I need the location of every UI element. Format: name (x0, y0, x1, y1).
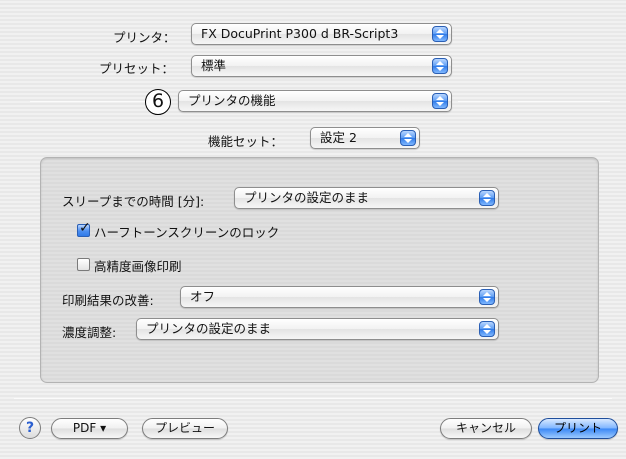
halftone-lock-label: ハーフトーンスクリーンのロック (94, 225, 280, 240)
feature-set-popup[interactable]: 設定 2 (310, 127, 420, 149)
sleep-time-popup[interactable]: プリンタの設定のまま (234, 187, 499, 209)
printer-value: FX DocuPrint P300 d BR-Script3 (201, 26, 399, 41)
print-improve-popup[interactable]: オフ (180, 286, 499, 308)
footer-separator (14, 398, 612, 399)
popup-arrows-icon (432, 26, 448, 42)
feature-set-label: 機能セット： (208, 134, 284, 149)
popup-arrows-icon (400, 130, 416, 146)
preset-popup[interactable]: 標準 (191, 55, 452, 77)
separator-left (30, 101, 145, 102)
high-precision-checkbox[interactable] (77, 258, 90, 271)
help-button[interactable]: ? (19, 417, 41, 439)
popup-arrows-icon (479, 190, 495, 206)
separator-right (458, 101, 610, 102)
annotation-number: 6 (145, 89, 171, 115)
popup-arrows-icon (479, 321, 495, 337)
preset-label: プリセット： (99, 61, 175, 76)
density-value: プリンタの設定のまま (146, 321, 272, 336)
cancel-button[interactable]: キャンセル (440, 418, 532, 439)
popup-arrows-icon (479, 289, 495, 305)
print-improve-label: 印刷結果の改善: (62, 293, 154, 308)
printer-popup[interactable]: FX DocuPrint P300 d BR-Script3 (191, 23, 452, 45)
print-button[interactable]: プリント (538, 418, 618, 439)
preset-value: 標準 (201, 58, 227, 73)
print-improve-value: オフ (190, 289, 216, 304)
sleep-time-label: スリープまでの時間 [分]: (62, 194, 205, 209)
sleep-time-value: プリンタの設定のまま (244, 190, 370, 205)
printer-label: プリンタ： (113, 30, 176, 45)
pdf-button[interactable]: PDF ▾ (51, 418, 128, 439)
high-precision-label: 高精度画像印刷 (94, 259, 182, 274)
popup-arrows-icon (432, 58, 448, 74)
density-label: 濃度調整: (62, 325, 117, 340)
density-popup[interactable]: プリンタの設定のまま (136, 318, 499, 340)
halftone-lock-checkbox[interactable]: ✓ (77, 220, 91, 237)
feature-set-value: 設定 2 (320, 130, 357, 145)
panel-popup[interactable]: プリンタの機能 (178, 90, 452, 112)
popup-arrows-icon (432, 93, 448, 109)
preview-button[interactable]: プレビュー (142, 418, 228, 439)
panel-value: プリンタの機能 (188, 93, 276, 108)
checkmark-icon: ✓ (79, 220, 91, 236)
